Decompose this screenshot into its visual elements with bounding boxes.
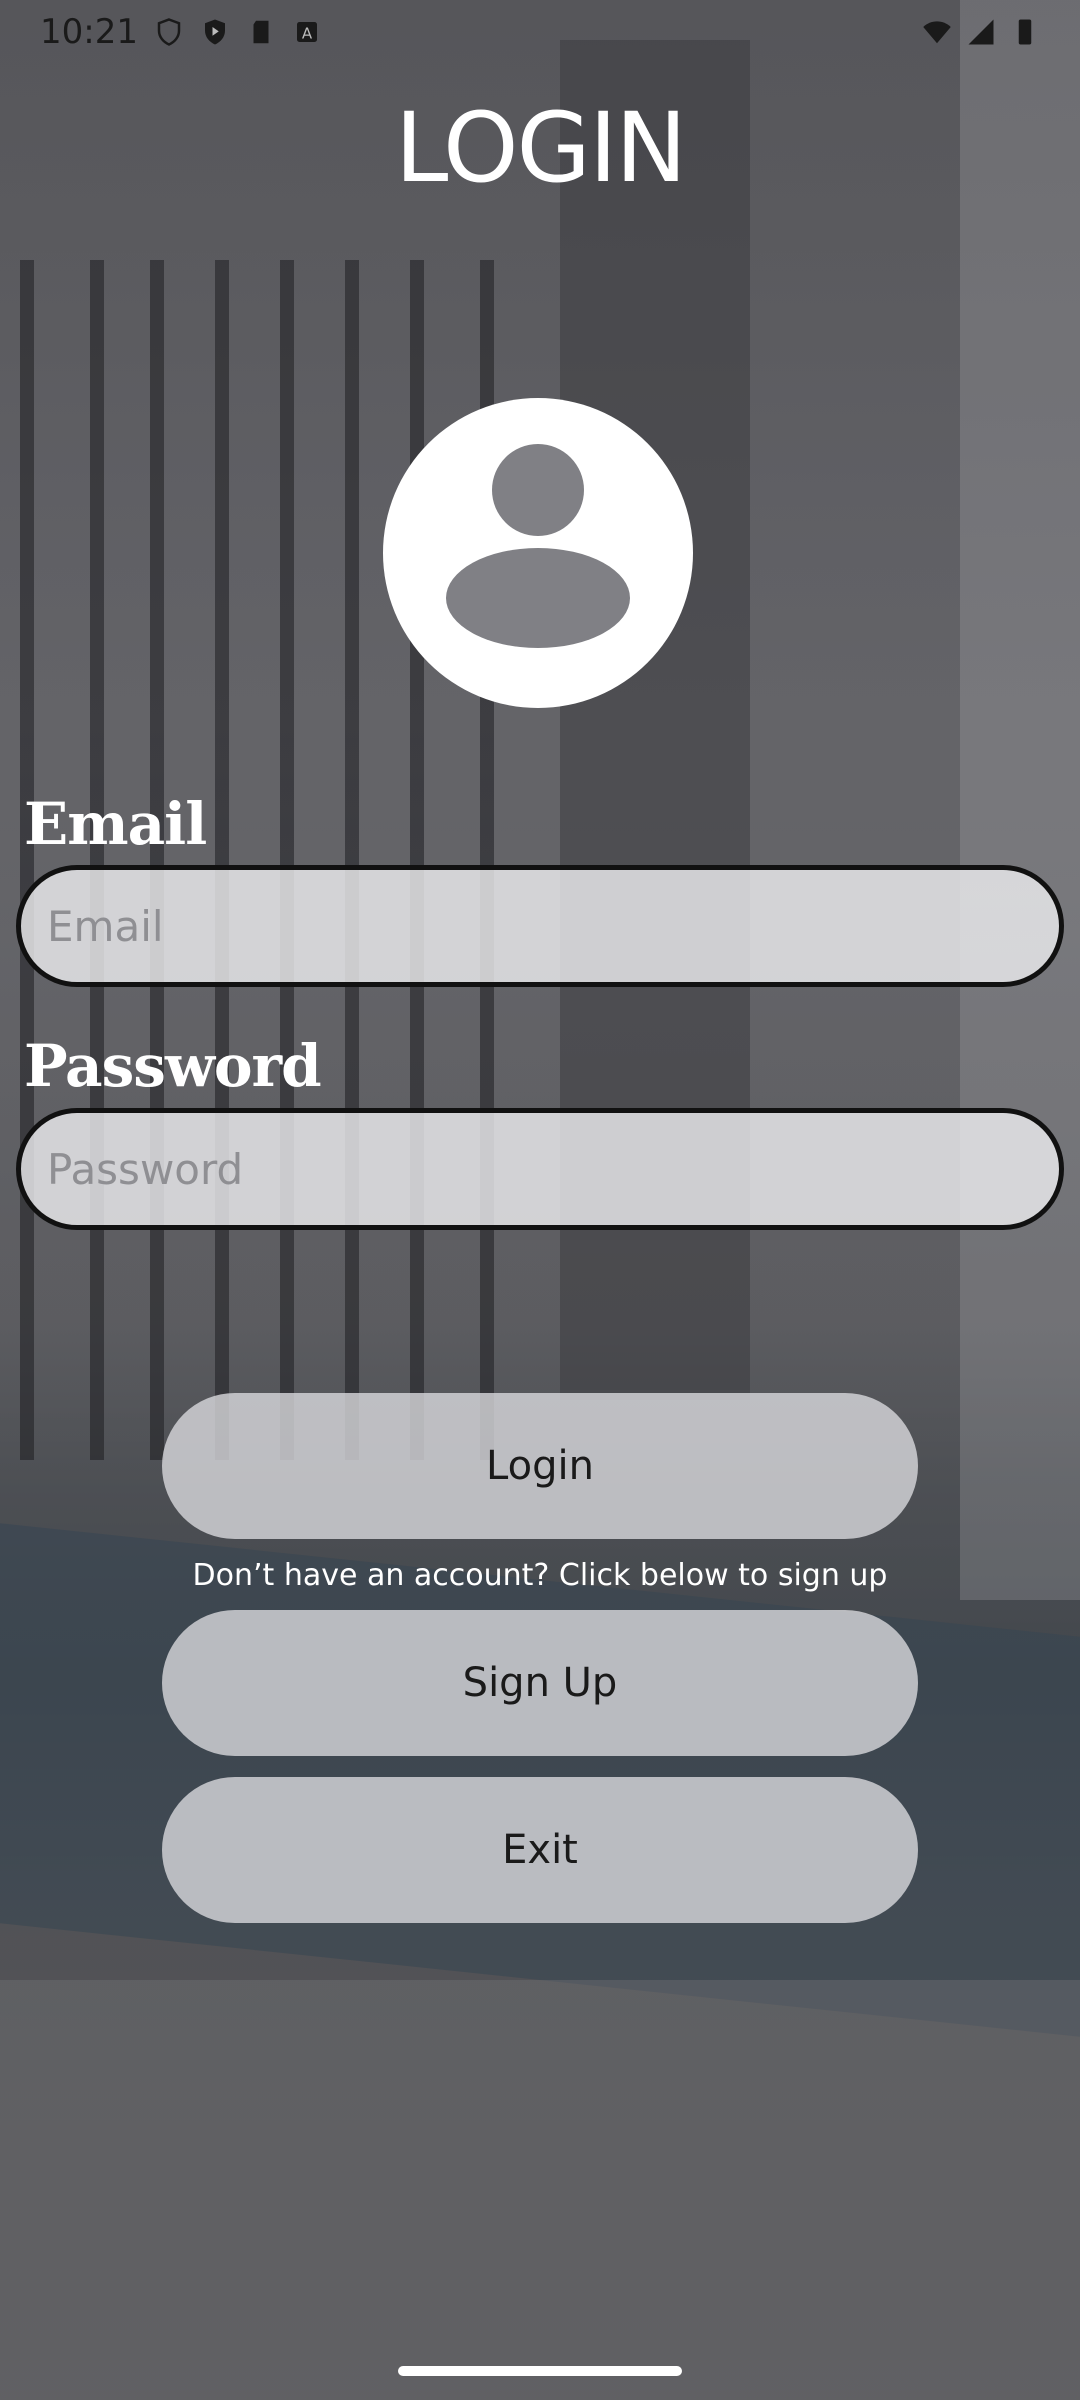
wall <box>960 0 1080 1600</box>
account-circle-icon <box>383 398 693 708</box>
status-left: 10:21 A <box>40 12 322 52</box>
svg-text:A: A <box>302 24 313 42</box>
home-indicator[interactable] <box>398 2366 682 2376</box>
window-frame <box>90 260 104 1460</box>
email-label: Email <box>24 790 207 858</box>
window-frame <box>215 260 229 1460</box>
login-button[interactable]: Login <box>162 1393 918 1539</box>
password-field[interactable] <box>45 1143 1035 1195</box>
password-label: Password <box>24 1032 322 1100</box>
signup-hint: Don’t have an account? Click below to si… <box>192 1558 888 1593</box>
email-field-container <box>16 865 1064 987</box>
page-title: LOGIN <box>394 92 687 204</box>
status-time: 10:21 <box>40 12 138 52</box>
password-field-container <box>16 1108 1064 1230</box>
play-protect-icon <box>204 19 225 45</box>
battery-icon <box>1018 19 1032 45</box>
status-bar: 10:21 A <box>0 0 1080 64</box>
email-field[interactable] <box>45 900 1035 952</box>
status-right <box>922 17 1040 47</box>
signal-icon <box>968 19 994 45</box>
sd-card-icon <box>253 20 269 44</box>
signup-button[interactable]: Sign Up <box>162 1610 918 1756</box>
exit-button[interactable]: Exit <box>162 1777 918 1923</box>
wifi-icon <box>923 21 951 44</box>
floor <box>0 1980 1080 2400</box>
window-frame <box>345 260 359 1460</box>
window-frame <box>150 260 164 1460</box>
window-frame <box>20 260 34 1460</box>
keyboard-a-icon: A <box>296 22 317 42</box>
window-frame <box>280 260 294 1460</box>
shield-icon <box>157 18 181 46</box>
